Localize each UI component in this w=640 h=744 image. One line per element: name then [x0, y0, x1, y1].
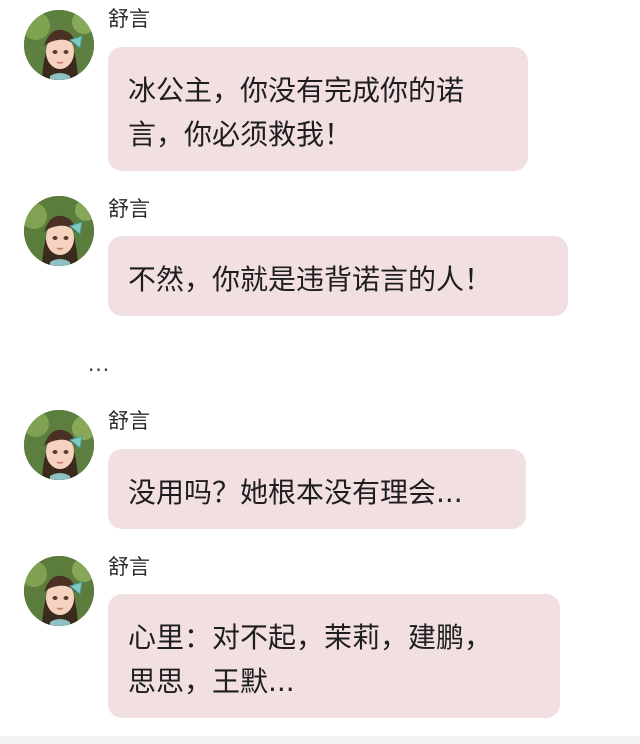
character-portrait-icon [24, 196, 94, 266]
avatar[interactable] [24, 410, 94, 480]
sender-name: 舒言 [108, 197, 150, 221]
message-bubble[interactable]: 冰公主，你没有完成你的诺 言，你必须救我！ [108, 47, 528, 171]
message-text: 心里：对不起，茉莉，建鹏， [128, 621, 493, 654]
bottom-divider [0, 736, 640, 744]
message-bubble[interactable]: 不然，你就是违背诺言的人！ [108, 236, 568, 316]
avatar[interactable] [24, 196, 94, 266]
message-text: 不然，你就是违背诺言的人！ [128, 263, 493, 296]
character-portrait-icon [24, 556, 94, 626]
avatar[interactable] [24, 556, 94, 626]
omitted-separator: ... [88, 352, 111, 376]
message-text: 思思，王默... [128, 665, 295, 698]
character-portrait-icon [24, 410, 94, 480]
character-portrait-icon [24, 10, 94, 80]
sender-name: 舒言 [108, 7, 150, 31]
message-bubble[interactable]: 心里：对不起，茉莉，建鹏， 思思，王默... [108, 594, 560, 718]
avatar[interactable] [24, 10, 94, 80]
sender-name: 舒言 [108, 555, 150, 579]
message-text: 冰公主，你没有完成你的诺 [128, 74, 465, 107]
message-text: 没用吗？她根本没有理会... [128, 476, 463, 509]
message-bubble[interactable]: 没用吗？她根本没有理会... [108, 449, 526, 529]
message-text: 言，你必须救我！ [128, 118, 353, 151]
sender-name: 舒言 [108, 409, 150, 433]
